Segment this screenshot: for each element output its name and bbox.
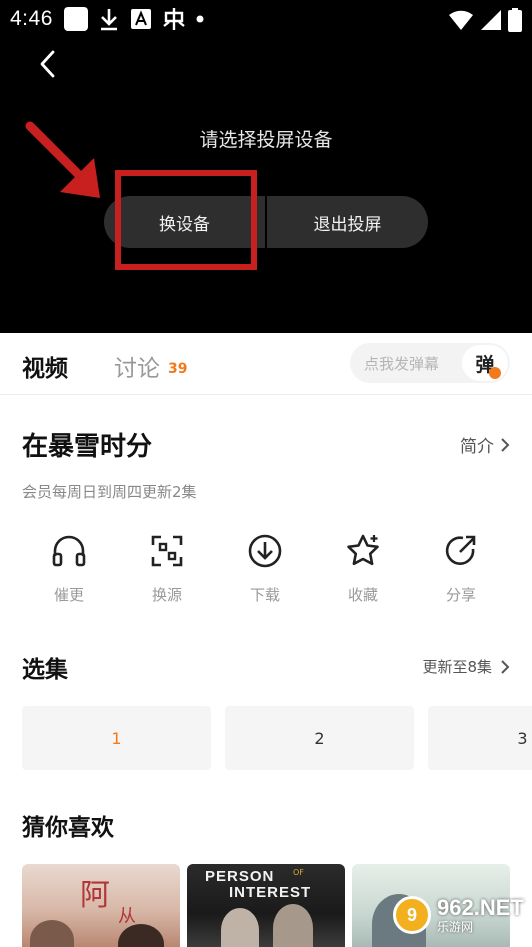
download-button[interactable]: 下载	[216, 532, 314, 605]
back-icon[interactable]	[33, 48, 61, 80]
poster-title-text: INTEREST	[229, 884, 312, 901]
episode-item[interactable]: 2	[225, 706, 414, 770]
status-bar: 4:46	[0, 0, 532, 38]
chevron-right-icon	[501, 659, 510, 674]
tab-bar: 视频 讨论 39 点我发弹幕 弹	[0, 333, 532, 395]
episode-item[interactable]: 1	[22, 706, 211, 770]
show-title: 在暴雪时分	[22, 432, 153, 462]
intro-link[interactable]: 简介	[460, 432, 510, 457]
exit-cast-button[interactable]: 退出投屏	[267, 196, 428, 248]
action-label: 分享	[445, 586, 476, 604]
action-label: 换源	[151, 586, 182, 604]
poster-title-text: 阿	[80, 878, 110, 913]
recommend-poster[interactable]: 阿 从	[22, 864, 180, 947]
status-time: 4:46	[10, 7, 53, 30]
danmu-toggle-label: 弹	[475, 350, 501, 379]
recommend-poster[interactable]: PERSON OF INTEREST	[187, 864, 345, 947]
wifi-icon	[449, 10, 473, 31]
poster-figure	[221, 908, 259, 947]
recommend-title: 猜你喜欢	[22, 815, 114, 841]
system-icons	[448, 8, 522, 32]
watermark: 9 962.NET 乐游网	[393, 896, 524, 934]
dot-icon	[196, 15, 204, 23]
video-player[interactable]: 4:46 请选择投屏设备 换设备 退出投屏	[0, 0, 532, 333]
poster-figure	[273, 904, 313, 947]
action-label: 下载	[249, 586, 280, 604]
watermark-text: 962.NET 乐游网	[437, 895, 524, 934]
annotation-highlight-box	[115, 170, 257, 270]
share-button[interactable]: 分享	[412, 532, 510, 605]
update-info: 会员每周日到周四更新2集	[22, 483, 197, 501]
switch-source-button[interactable]: 换源	[118, 532, 216, 605]
urge-update-button[interactable]: 催更	[20, 532, 118, 605]
signal-icon	[481, 10, 501, 30]
app-notification-icon	[64, 7, 88, 31]
intro-label: 简介	[460, 437, 494, 457]
poster-title-text: PERSON	[205, 868, 275, 885]
star-icon	[347, 534, 379, 566]
episodes-more-label: 更新至8集	[422, 658, 492, 676]
action-bar: 催更 换源 下载 收藏 分享	[20, 532, 510, 605]
share-icon	[445, 535, 476, 565]
comment-count-badge: 39	[168, 361, 188, 377]
notification-icons	[64, 6, 204, 32]
battery-icon	[508, 8, 522, 32]
watermark-sub: 乐游网	[437, 920, 474, 934]
danmu-toggle-button[interactable]: 弹	[462, 345, 508, 381]
annotation-arrow-icon	[25, 121, 100, 198]
episodes-title: 选集	[22, 657, 68, 683]
tab-video[interactable]: 视频	[22, 349, 68, 383]
bug-app-icon	[163, 8, 185, 30]
action-label: 催更	[53, 586, 84, 604]
tab-comment[interactable]: 讨论	[114, 349, 160, 383]
episode-item[interactable]: 3	[428, 706, 532, 770]
headphones-icon	[52, 535, 86, 567]
watermark-logo: 9	[393, 896, 431, 934]
check-icon	[488, 366, 501, 379]
download-notification-icon	[101, 9, 117, 31]
action-label: 收藏	[347, 586, 378, 604]
danmu-input[interactable]: 点我发弹幕 弹	[350, 343, 510, 383]
poster-title-text: OF	[293, 868, 304, 877]
chevron-right-icon	[501, 437, 510, 452]
watermark-main: 962.NET	[437, 895, 524, 920]
danmu-placeholder: 点我发弹幕	[364, 355, 440, 373]
poster-figure	[30, 920, 74, 947]
favorite-button[interactable]: 收藏	[314, 532, 412, 605]
switch-source-icon	[151, 535, 183, 567]
font-app-icon	[131, 9, 151, 29]
episodes-more-link[interactable]: 更新至8集	[422, 656, 510, 677]
episode-list: 1 2 3	[22, 706, 532, 770]
download-icon	[248, 534, 282, 568]
